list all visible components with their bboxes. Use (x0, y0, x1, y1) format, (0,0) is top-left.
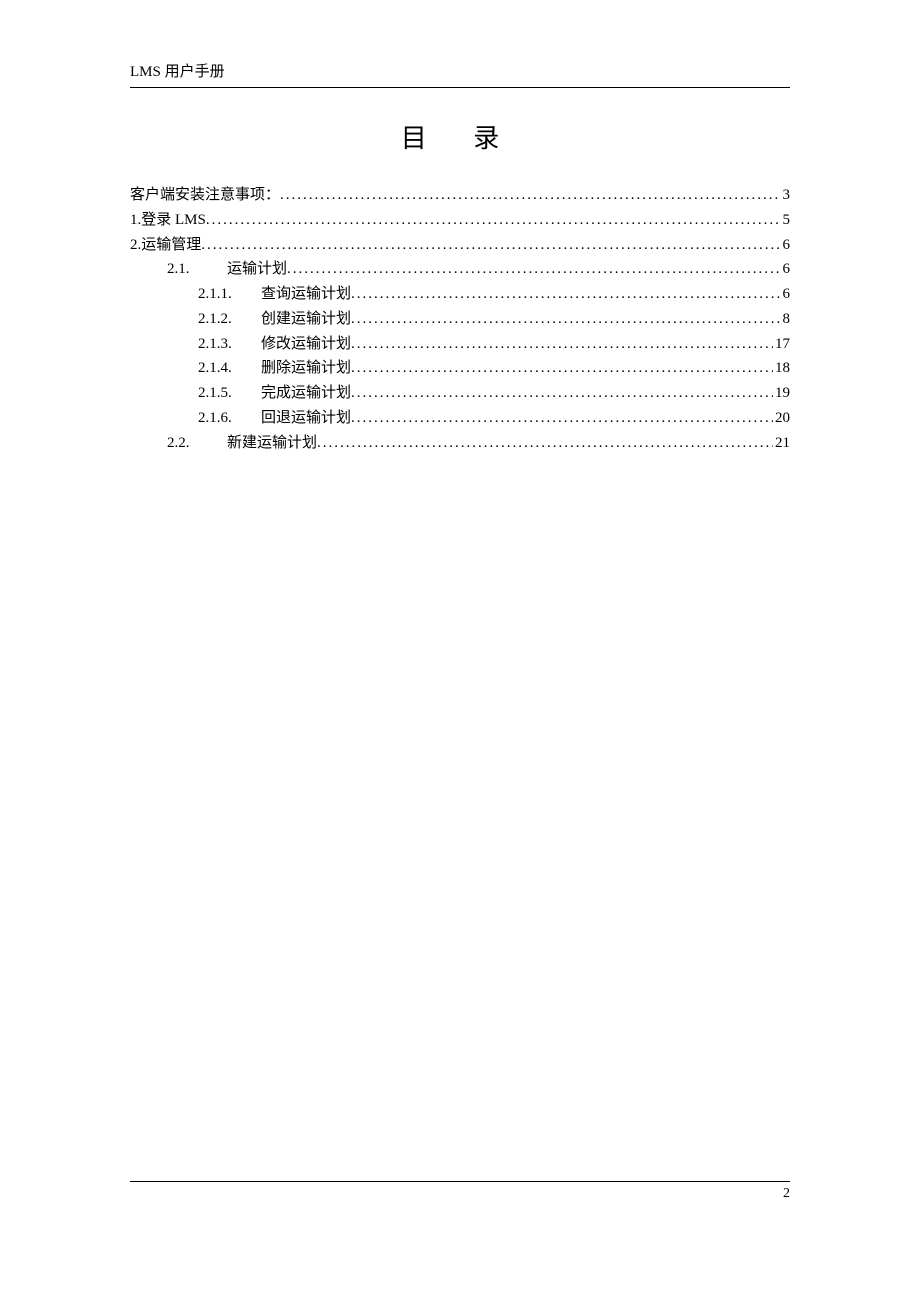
document-page: LMS 用户手册 目 录 客户端安装注意事项： 3 1.登录 LMS 5 2.运输管理 6… (0, 0, 920, 455)
toc-entry-number: 2.1.2. (198, 307, 261, 332)
toc-entry-page: 5 (781, 208, 791, 233)
toc-entry[interactable]: 2.1.4.删除运输计划 18 (130, 356, 790, 381)
toc-dots (280, 183, 780, 208)
toc-entry-text: 登录 LMS (141, 208, 206, 233)
toc-entry[interactable]: 客户端安装注意事项： 3 (130, 183, 790, 208)
toc-entry[interactable]: 2.2.新建运输计划 21 (130, 431, 790, 456)
toc-entry-page: 19 (773, 381, 790, 406)
toc-entry-page: 6 (781, 282, 791, 307)
document-header: LMS 用户手册 (130, 60, 790, 88)
toc-entry-number: 2. (130, 233, 141, 258)
toc-entry-page: 6 (781, 233, 791, 258)
toc-dots (287, 257, 780, 282)
page-number: 2 (783, 1186, 790, 1201)
toc-dots (351, 381, 773, 406)
toc-dots (206, 208, 781, 233)
toc-entry[interactable]: 2.运输管理 6 (130, 233, 790, 258)
toc-entry-number: 2.2. (167, 431, 227, 456)
toc-entry-text: 查询运输计划 (261, 282, 351, 307)
toc-entry-number: 2.1.6. (198, 406, 261, 431)
toc-dots (317, 431, 773, 456)
toc-dots (351, 307, 780, 332)
toc-entry-text: 客户端安装注意事项： (130, 183, 280, 208)
toc-dots (201, 233, 780, 258)
toc-entry-number: 2.1. (167, 257, 227, 282)
toc-entry[interactable]: 2.1.运输计划 6 (130, 257, 790, 282)
toc-entry-text: 创建运输计划 (261, 307, 351, 332)
toc-dots (351, 332, 773, 357)
toc-entry[interactable]: 1.登录 LMS 5 (130, 208, 790, 233)
toc-entry-page: 20 (773, 406, 790, 431)
toc-title: 目 录 (130, 118, 790, 155)
toc-entry[interactable]: 2.1.3.修改运输计划 17 (130, 332, 790, 357)
toc-entry-text: 删除运输计划 (261, 356, 351, 381)
toc-entry[interactable]: 2.1.2.创建运输计划 8 (130, 307, 790, 332)
toc-entry-text: 运输计划 (227, 257, 287, 282)
toc-entry-text: 修改运输计划 (261, 332, 351, 357)
toc-entry-text: 回退运输计划 (261, 406, 351, 431)
toc-dots (351, 282, 780, 307)
toc-entry-page: 21 (773, 431, 790, 456)
toc-entry[interactable]: 2.1.5.完成运输计划 19 (130, 381, 790, 406)
toc-dots (351, 406, 773, 431)
toc-entry-page: 18 (773, 356, 790, 381)
toc-entry-page: 3 (781, 183, 791, 208)
toc-entry-number: 2.1.5. (198, 381, 261, 406)
toc-entry[interactable]: 2.1.1.查询运输计划 6 (130, 282, 790, 307)
toc-entry-number: 1. (130, 208, 141, 233)
toc-entry[interactable]: 2.1.6.回退运输计划 20 (130, 406, 790, 431)
toc-entry-text: 完成运输计划 (261, 381, 351, 406)
toc-entry-page: 17 (773, 332, 790, 357)
toc-entry-number: 2.1.1. (198, 282, 261, 307)
toc-entry-text: 新建运输计划 (227, 431, 317, 456)
toc-entry-page: 6 (781, 257, 791, 282)
page-footer: 2 (130, 1181, 790, 1202)
toc-entry-number: 2.1.4. (198, 356, 261, 381)
toc-entry-text: 运输管理 (141, 233, 201, 258)
toc-entry-number: 2.1.3. (198, 332, 261, 357)
toc-entry-page: 8 (781, 307, 791, 332)
toc-dots (351, 356, 773, 381)
toc-container: 客户端安装注意事项：31.登录 LMS52.运输管理62.1.运输计划62.1.… (130, 183, 790, 455)
